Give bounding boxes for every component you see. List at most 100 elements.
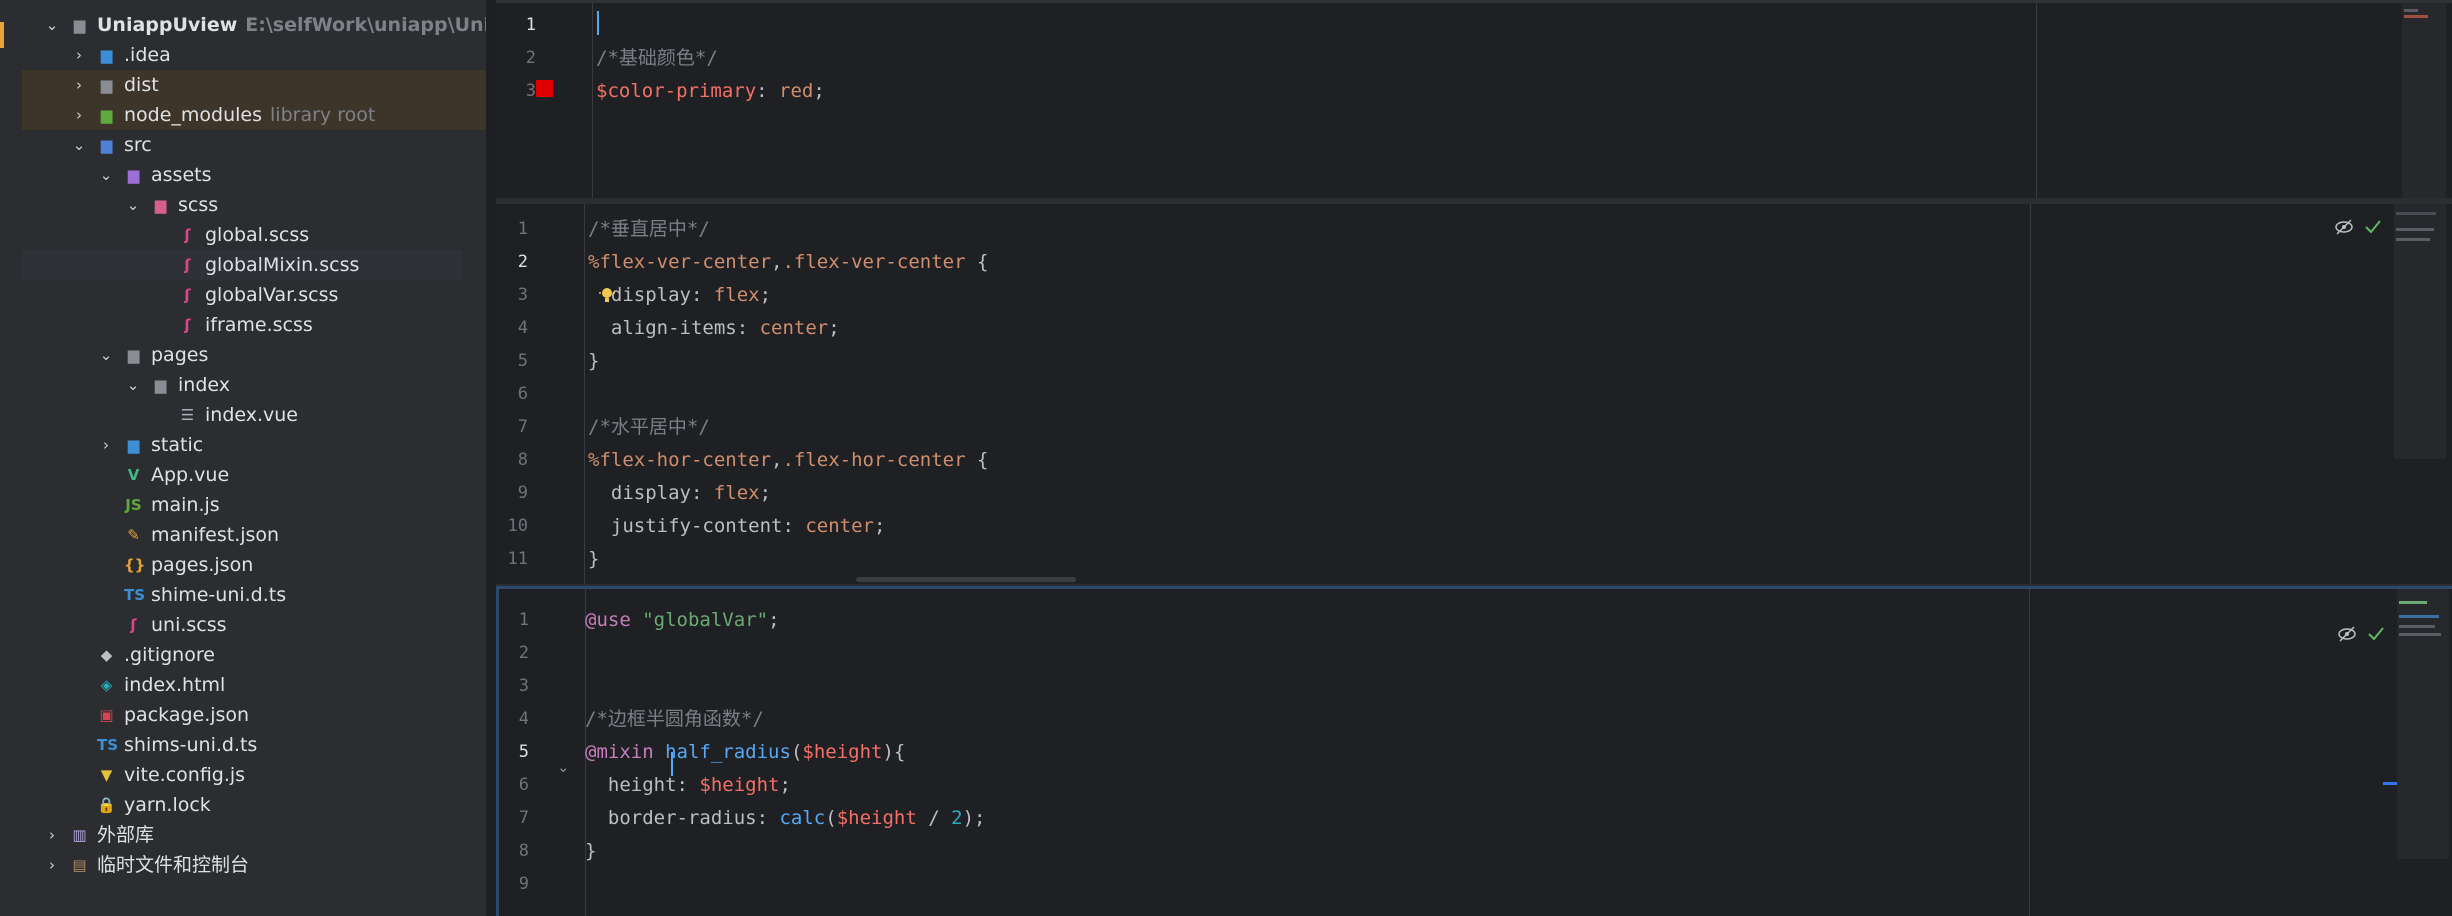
code-line[interactable]: align-items: center;: [588, 312, 840, 345]
line-number: 3: [525, 81, 536, 101]
tree-item-label: global.scss: [205, 224, 310, 246]
code-line[interactable]: height: $height;: [585, 769, 791, 802]
json-braces-icon: {}: [124, 556, 146, 574]
chevron-right-icon[interactable]: ›: [69, 100, 89, 130]
code-line[interactable]: /*基础颜色*/: [596, 42, 718, 75]
line-number: 2: [525, 48, 536, 68]
code-line[interactable]: }: [588, 345, 599, 378]
code-line[interactable]: %flex-hor-center,.flex-hor-center {: [588, 444, 988, 477]
source-folder-icon: ▆: [100, 136, 113, 154]
tree-item-scss[interactable]: ⌄ ▆ scss: [0, 190, 486, 220]
chevron-down-icon[interactable]: ⌄: [96, 340, 116, 370]
code-line[interactable]: }: [585, 835, 596, 868]
web-folder-icon: ▆: [127, 436, 140, 454]
tree-item-iframe-scss[interactable]: ʃ iframe.scss: [0, 310, 486, 340]
chevron-down-icon[interactable]: ⌄: [42, 10, 62, 40]
tree-item-yarn-lock[interactable]: 🔒 yarn.lock: [0, 790, 486, 820]
json-file-icon: ✎: [127, 526, 140, 544]
horizontal-scrollbar[interactable]: [856, 577, 1076, 582]
tree-item-[interactable]: › ▤ 临时文件和控制台: [0, 850, 486, 880]
tree-item-app-vue[interactable]: V App.vue: [0, 460, 486, 490]
ts-file-icon: TS: [124, 586, 146, 604]
tree-item-uni-scss[interactable]: ʃ uni.scss: [0, 610, 486, 640]
chevron-down-icon[interactable]: ⌄: [69, 130, 89, 160]
tree-item-label: 临时文件和控制台: [97, 854, 250, 876]
line-number: 9: [517, 483, 528, 503]
vue-file-icon: ☰: [180, 406, 195, 424]
tree-item-idea[interactable]: › ▆ .idea: [0, 40, 486, 70]
chevron-right-icon[interactable]: ›: [69, 70, 89, 100]
code-line[interactable]: /*水平居中*/: [588, 411, 710, 444]
tree-item-main-js[interactable]: JS main.js: [0, 490, 486, 520]
tree-item-dist[interactable]: › ▆ dist: [22, 70, 486, 100]
chevron-down-icon[interactable]: ⌄: [96, 160, 116, 190]
line-number: 5: [517, 351, 528, 371]
hide-inlay-icon[interactable]: [2337, 625, 2357, 648]
tree-item-globalvar-scss[interactable]: ʃ globalVar.scss: [0, 280, 486, 310]
folder-icon: ▆: [73, 16, 86, 34]
right-margin-guide: [2029, 589, 2030, 916]
tree-item-package-json[interactable]: ▣ package.json: [0, 700, 486, 730]
tree-item-shims-uni-d-ts[interactable]: TS shims-uni.d.ts: [0, 730, 486, 760]
line-number: 1: [518, 610, 529, 630]
code-line[interactable]: /*边框半圆角函数*/: [585, 703, 764, 736]
scss-folder-icon: ▆: [154, 196, 167, 214]
editor-pane-global-var[interactable]: 1 2 /*基础颜色*/ 3 $color-primary: red;: [496, 0, 2452, 201]
code-line[interactable]: }: [588, 543, 599, 576]
code-line[interactable]: border-radius: calc($height / 2);: [585, 802, 986, 835]
tree-item-src[interactable]: ⌄ ▆ src: [0, 130, 486, 160]
tree-item-pages[interactable]: ⌄ ▆ pages: [0, 340, 486, 370]
chevron-down-icon[interactable]: ⌄: [123, 190, 143, 220]
tree-item-global-scss[interactable]: ʃ global.scss: [0, 220, 486, 250]
editor-pane-flex[interactable]: 1 /*垂直居中*/ 2 %flex-ver-center,.flex-ver-cen…: [496, 204, 2452, 584]
tree-item-assets[interactable]: ⌄ ▆ assets: [0, 160, 486, 190]
tree-item-node-modules[interactable]: › ▆ node_modules library root: [22, 100, 486, 130]
line-number: 4: [518, 709, 529, 729]
tree-item-label: globalVar.scss: [205, 284, 339, 306]
code-line[interactable]: justify-content: center;: [588, 510, 886, 543]
code-line[interactable]: $color-primary: red;: [596, 75, 825, 108]
js-file-icon: JS: [125, 496, 142, 514]
tree-item-uniappuview[interactable]: ⌄ ▆ UniappUviewE:\selfWork\uniapp\UniappUv…: [0, 10, 486, 40]
chevron-right-icon[interactable]: ›: [42, 820, 62, 850]
tree-item-[interactable]: › ▥ 外部库: [0, 820, 486, 850]
chevron-down-icon[interactable]: ⌄: [123, 370, 143, 400]
tree-item-gitignore[interactable]: ◆ .gitignore: [0, 640, 486, 670]
code-line[interactable]: %flex-ver-center,.flex-ver-center {: [588, 246, 988, 279]
line-number: 2: [518, 643, 529, 663]
code-line[interactable]: @use "globalVar";: [585, 604, 780, 637]
scss-file-icon: ʃ: [130, 616, 137, 634]
text-cursor: [671, 752, 673, 776]
chevron-right-icon[interactable]: ›: [96, 430, 116, 460]
line-number: 3: [518, 676, 529, 696]
line-number: 6: [518, 775, 529, 795]
tree-item-vite-config-js[interactable]: ▼ vite.config.js: [0, 760, 486, 790]
line-number: 2: [517, 252, 528, 272]
tree-item-index[interactable]: ⌄ ▆ index: [0, 370, 486, 400]
tree-item-index-vue[interactable]: ☰ index.vue: [0, 400, 486, 430]
fold-chevron-icon[interactable]: ⌄: [557, 758, 570, 776]
line-number: 7: [517, 417, 528, 437]
code-line[interactable]: @mixin half_radius($height){: [585, 736, 905, 769]
code-line[interactable]: /*垂直居中*/: [588, 213, 710, 246]
scss-file-icon: ʃ: [184, 316, 191, 334]
right-margin-guide: [2030, 204, 2031, 584]
lightbulb-icon[interactable]: [598, 286, 616, 304]
code-line[interactable]: display: flex;: [588, 477, 771, 510]
tree-item-pages-json[interactable]: {} pages.json: [0, 550, 486, 580]
error-stripe: [2397, 589, 2449, 859]
npm-file-icon: ▣: [99, 706, 114, 724]
tree-item-manifest-json[interactable]: ✎ manifest.json: [0, 520, 486, 550]
chevron-right-icon[interactable]: ›: [69, 40, 89, 70]
splitter[interactable]: [486, 0, 496, 916]
chevron-right-icon[interactable]: ›: [42, 850, 62, 880]
tree-item-label: .idea: [124, 44, 171, 66]
tree-item-static[interactable]: › ▆ static: [0, 430, 486, 460]
library-icon: ▥: [72, 826, 87, 844]
tree-item-globalmixin-scss[interactable]: ʃ globalMixin.scss: [22, 250, 462, 280]
editor-pane-global-mixin[interactable]: 1 @use "globalVar"; 2 3 4 /*边框半圆角函数*/ 5 @mixin …: [496, 586, 2452, 916]
hide-inlay-icon[interactable]: [2334, 218, 2354, 241]
color-swatch-icon[interactable]: [536, 80, 553, 97]
tree-item-index-html[interactable]: ◈ index.html: [0, 670, 486, 700]
tree-item-shime-uni-d-ts[interactable]: TS shime-uni.d.ts: [0, 580, 486, 610]
